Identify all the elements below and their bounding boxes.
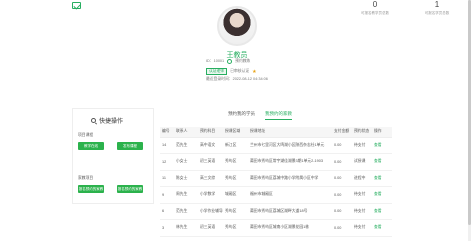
stat-number: 1 xyxy=(434,0,440,9)
online-teaching-button[interactable]: 教学在线 xyxy=(78,142,104,150)
column-header: 预约科目 xyxy=(198,127,223,138)
section-courses-label: 项目课程 xyxy=(78,133,94,137)
cell-contact: 小女士 xyxy=(174,153,198,171)
table-row: 6 范先生 小学作业辅导 秀屿区 莆田市秀屿区荔城区湖畔大道18号 0.00 待… xyxy=(160,203,392,220)
table-row: 14 范先生 高中语文 新江区 兰州市七里河区大鸣湖小区陕西杂志社1单元 0.0… xyxy=(160,137,392,154)
search-icon xyxy=(91,118,96,123)
column-header: 操作 xyxy=(372,127,392,138)
cell-status: 待支付 xyxy=(352,219,372,237)
stat-students: 1 可报名学员总数 xyxy=(414,0,460,16)
cell-contact: 范先生 xyxy=(174,137,198,154)
profile-cert-row: 认证老师 已审核认证 ★ xyxy=(206,68,257,75)
medal-icon: ★ xyxy=(252,68,257,75)
verified-icon xyxy=(227,59,233,64)
stat-number: 0 xyxy=(372,0,378,9)
cell-subject: 小学数学 xyxy=(198,186,223,204)
table-row: 3 林先生 初三英语 秀屿区 莆田市秀屿区城南小区湖景花园1栋 0.00 待支付… xyxy=(160,219,392,237)
column-header: 编号 xyxy=(160,127,174,138)
cell-id: 11 xyxy=(160,170,174,187)
orders-table: 编号 联系人 预约科目 授课区域 授课地址 支付金额 预约状态 操作 14 范先… xyxy=(160,127,392,237)
cell-id: 14 xyxy=(160,137,174,154)
view-link[interactable]: 查看 xyxy=(372,137,392,154)
column-header: 支付金额 xyxy=(332,127,352,138)
cell-address: 兰州市七里河区大鸣湖小区陕西杂志社1单元 xyxy=(248,137,332,154)
cell-amount: 0.00 xyxy=(332,170,352,187)
cell-id: 3 xyxy=(160,219,174,237)
cell-subject: 高三文综 xyxy=(198,170,223,187)
cell-contact: 范先生 xyxy=(174,203,198,220)
table-row: 11 陈女士 高三文综 秀屿区 莆田市秀屿区荔城中路小学附属小区中学 0.00 … xyxy=(160,170,392,187)
cell-status: 进程中 xyxy=(352,170,372,187)
table-row: 12 小女士 初三英语 秀屿区 莆田市秀屿区常宇湖佳湖景3期1单元2-1903 … xyxy=(160,153,392,171)
cell-subject: 初三英语 xyxy=(198,153,223,171)
message-icon[interactable] xyxy=(72,2,81,9)
stats-bar: 0 可报名教学员总数 1 可报名学员总数 xyxy=(352,0,460,16)
tutor-booking-button-2[interactable]: 报名预约的家教 xyxy=(117,185,143,193)
tab-my-students[interactable]: 预约我的学员 xyxy=(228,111,255,120)
cell-subject: 初三英语 xyxy=(198,219,223,237)
view-link[interactable]: 查看 xyxy=(372,186,392,204)
orders-tabs: 预约我的学员 我预约的家教 xyxy=(228,111,292,120)
cell-status: 待支付 xyxy=(352,203,372,220)
section-tutors-label: 家教项目 xyxy=(78,176,94,180)
cell-area: 新江区 xyxy=(223,137,248,154)
page-scrollbar[interactable] xyxy=(468,0,471,241)
view-link[interactable]: 查看 xyxy=(372,203,392,220)
stat-label: 可报名学员总数 xyxy=(424,11,450,15)
cell-contact: 陈女士 xyxy=(174,170,198,187)
quick-actions-panel: 快捷操作 项目课程 教学在线 发布课程 家教项目 报名预约的家教 报名预约的家教 xyxy=(72,108,154,204)
column-header: 预约状态 xyxy=(352,127,372,138)
cell-address: 莆田市秀屿区荔城中路小学附属小区中学 xyxy=(248,170,332,187)
cell-amount: 0.00 xyxy=(332,219,352,237)
cell-subject: 小学作业辅导 xyxy=(198,203,223,220)
column-header: 授课区域 xyxy=(223,127,248,138)
cell-area: 秀屿区 xyxy=(223,153,248,171)
cert-tag: 认证老师 xyxy=(206,68,228,75)
cell-address: 福州市城厢区 xyxy=(248,186,332,204)
cell-contact: 林先生 xyxy=(174,219,198,237)
table-header-row: 编号 联系人 预约科目 授课区域 授课地址 支付金额 预约状态 操作 xyxy=(160,127,392,138)
cell-area: 秀屿区 xyxy=(223,219,248,237)
cell-amount: 0.00 xyxy=(332,137,352,154)
tab-my-tutors[interactable]: 我预约的家教 xyxy=(265,111,292,120)
cert-status: 已审核认证 xyxy=(230,69,250,73)
cell-area: 秀屿区 xyxy=(223,170,248,187)
stat-teachers: 0 可报名教学员总数 xyxy=(352,0,398,16)
quick-actions-title: 快捷操作 xyxy=(91,116,123,125)
scrollbar-thumb[interactable] xyxy=(468,0,471,225)
cell-status: 待支付 xyxy=(352,186,372,204)
view-link[interactable]: 查看 xyxy=(372,219,392,237)
last-login-row: 最近登录时间：2022-08-12 04:34:06 xyxy=(206,77,268,82)
cell-id: 9 xyxy=(160,186,174,204)
view-link[interactable]: 查看 xyxy=(372,153,392,171)
cell-id: 6 xyxy=(160,203,174,220)
profile-id-row: ID：10001 预约教练 xyxy=(206,59,250,64)
cell-amount: 0.00 xyxy=(332,186,352,204)
profile-id: ID：10001 xyxy=(206,59,225,63)
stat-label: 可报名教学员总数 xyxy=(361,11,389,15)
view-link[interactable]: 查看 xyxy=(372,170,392,187)
table-row: 9 周先生 小学数学 城厢区 福州市城厢区 0.00 待支付 查看 xyxy=(160,186,392,204)
cell-amount: 0.00 xyxy=(332,203,352,220)
cell-contact: 周先生 xyxy=(174,186,198,204)
cell-area: 秀屿区 xyxy=(223,203,248,220)
cell-subject: 高中语文 xyxy=(198,137,223,154)
column-header: 联系人 xyxy=(174,127,198,138)
cell-address: 莆田市秀屿区常宇湖佳湖景3期1单元2-1903 xyxy=(248,153,332,171)
cell-amount: 0.00 xyxy=(332,153,352,171)
cell-status: 试授课 xyxy=(352,153,372,171)
publish-course-button[interactable]: 发布课程 xyxy=(117,142,143,150)
last-login: 最近登录时间：2022-08-12 04:34:06 xyxy=(206,77,268,81)
cell-status: 待支付 xyxy=(352,137,372,154)
avatar[interactable] xyxy=(217,6,257,46)
profile-status: 预约教练 xyxy=(235,59,251,63)
tutor-booking-button[interactable]: 报名预约的家教 xyxy=(78,185,104,193)
cell-area: 城厢区 xyxy=(223,186,248,204)
quick-actions-title-text: 快捷操作 xyxy=(99,119,124,125)
cell-address: 莆田市秀屿区荔城区湖畔大道18号 xyxy=(248,203,332,220)
cell-id: 12 xyxy=(160,153,174,171)
cell-address: 莆田市秀屿区城南小区湖景花园1栋 xyxy=(248,219,332,237)
profile-card: 王教员 xyxy=(200,6,274,60)
column-header: 授课地址 xyxy=(248,127,332,138)
